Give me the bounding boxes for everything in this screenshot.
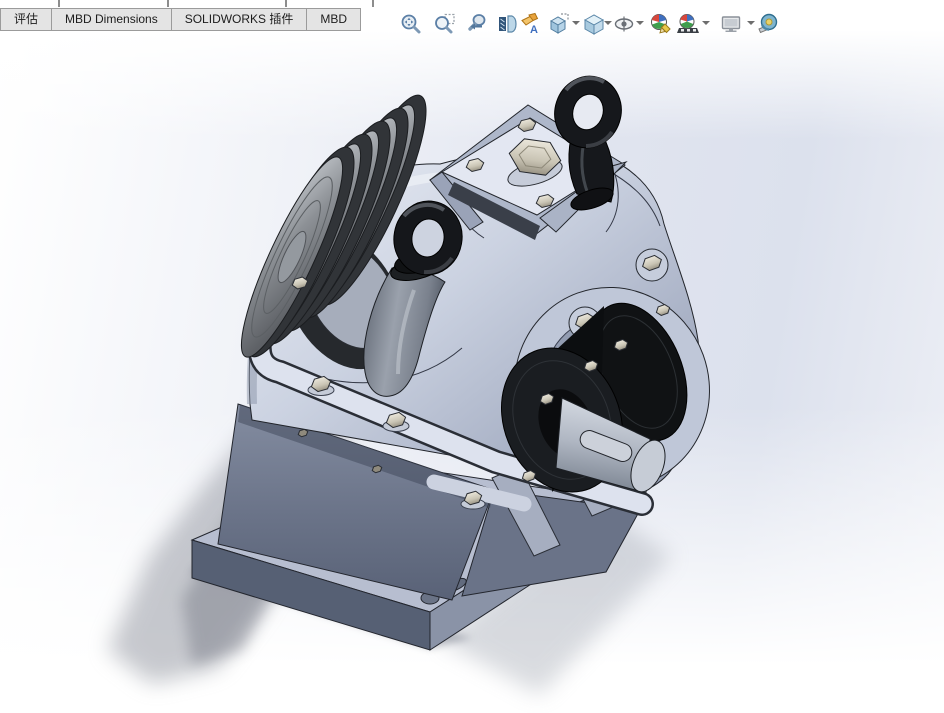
- command-manager-tabs: 评估 MBD Dimensions SOLIDWORKS 插件 MBD: [0, 8, 362, 31]
- tab-solidworks-addins[interactable]: SOLIDWORKS 插件: [170, 8, 308, 31]
- separator-tick: [285, 0, 287, 7]
- zoom-to-area-icon[interactable]: [433, 12, 457, 36]
- previous-view-icon[interactable]: [465, 12, 489, 36]
- view-settings-dropdown-arrow[interactable]: [747, 21, 755, 25]
- tab-mbd[interactable]: MBD: [306, 8, 362, 31]
- display-style-dropdown-arrow[interactable]: [604, 21, 612, 25]
- display-style-icon[interactable]: [582, 12, 606, 36]
- hide-show-items-icon[interactable]: [612, 12, 636, 36]
- measure-icon[interactable]: [757, 12, 781, 36]
- solidworks-window: 评估 MBD Dimensions SOLIDWORKS 插件 MBD A: [0, 0, 944, 713]
- view-orientation-icon[interactable]: [547, 12, 571, 36]
- dynamic-annotation-views-icon[interactable]: A: [519, 12, 543, 36]
- section-view-icon[interactable]: [495, 12, 519, 36]
- separator-tick: [58, 0, 60, 7]
- tab-mbd-dimensions[interactable]: MBD Dimensions: [51, 8, 172, 31]
- edit-appearance-icon[interactable]: [649, 12, 673, 36]
- separator-tick: [372, 0, 374, 7]
- separator-tick: [167, 0, 169, 7]
- apply-scene-icon[interactable]: [676, 12, 700, 36]
- view-settings-icon[interactable]: [719, 12, 743, 36]
- view-orientation-dropdown-arrow[interactable]: [572, 21, 580, 25]
- graphics-area[interactable]: [0, 0, 944, 713]
- tab-evaluate[interactable]: 评估: [0, 8, 53, 31]
- top-bar: 评估 MBD Dimensions SOLIDWORKS 插件 MBD A: [0, 0, 944, 36]
- zoom-to-fit-icon[interactable]: [399, 12, 423, 36]
- hide-show-items-dropdown-arrow[interactable]: [636, 21, 644, 25]
- svg-text:A: A: [530, 24, 538, 36]
- apply-scene-dropdown-arrow[interactable]: [702, 21, 710, 25]
